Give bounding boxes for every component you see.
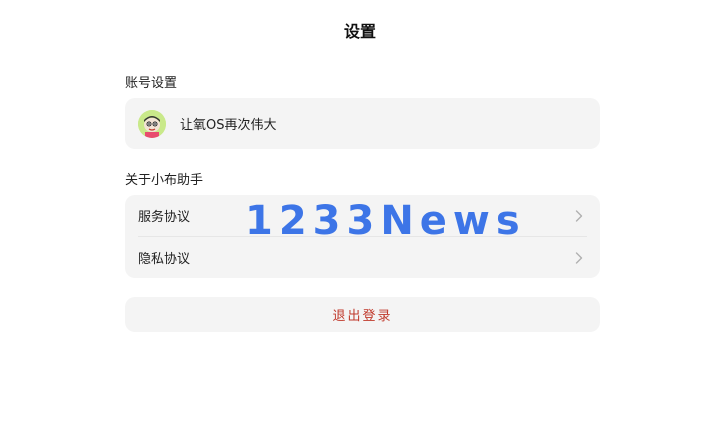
page-title: 设置: [343, 22, 376, 41]
chevron-right-icon: [570, 207, 588, 225]
account-section-heading: 账号设置: [125, 76, 178, 91]
avatar: [138, 109, 166, 138]
privacy-agreement-label: 隐私协议: [138, 252, 191, 267]
about-card: 服务协议 隐私协议: [125, 195, 600, 278]
service-agreement-label: 服务协议: [138, 210, 191, 225]
account-card[interactable]: 让氧OS再次伟大: [125, 98, 600, 149]
account-name: 让氧OS再次伟大: [180, 118, 277, 133]
chevron-right-icon: [570, 249, 588, 267]
about-section-heading: 关于小布助手: [125, 173, 204, 188]
cartoon-avatar-icon: [138, 109, 166, 138]
privacy-agreement-row[interactable]: 隐私协议: [125, 237, 600, 278]
logout-label: 退出登录: [332, 309, 393, 324]
logout-button[interactable]: 退出登录: [125, 297, 600, 332]
service-agreement-row[interactable]: 服务协议: [125, 195, 600, 236]
